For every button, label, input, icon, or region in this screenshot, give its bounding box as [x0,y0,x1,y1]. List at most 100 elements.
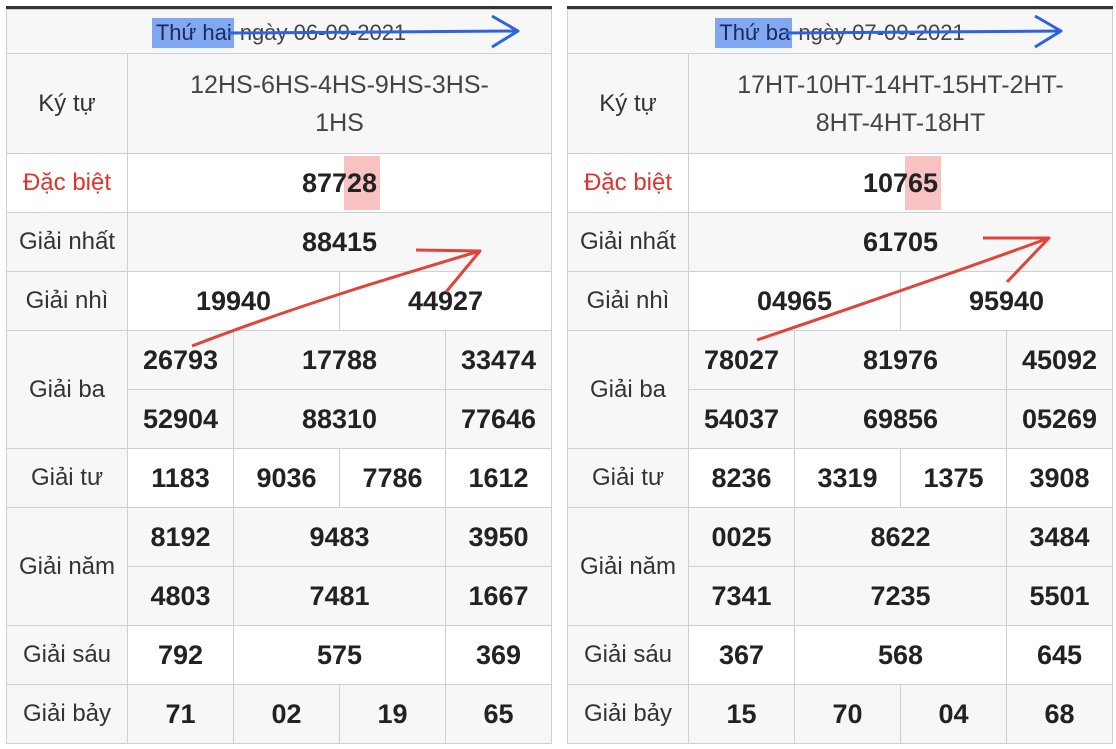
g3-digits-post: 27 [749,344,780,375]
giai-nhi-value: 44927 [339,271,552,331]
giai-nhat-value: 88415 [127,212,552,272]
g3-digits-post: 93 [188,344,219,375]
giai-sau-value: 369 [445,625,552,685]
date-header-text: Thứ ba ngày 07-09-2021 [568,18,1112,48]
label-giai-nhi: Giải nhì [6,271,128,331]
label-ky-tu: Ký tự [6,53,128,154]
label-giai-bay: Giải bảy [6,684,128,744]
giai-sau-value: 575 [233,625,446,685]
results-table: Ký tự 17HT-10HT-14HT-15HT-2HT- 8HT-4HT-18… [567,53,1113,744]
label-giai-bay: Giải bảy [567,684,689,744]
db-highlighted-digits: 65 [908,167,939,198]
date-header-text: Thứ hai ngày 06-09-2021 [7,18,551,48]
label-giai-nhat: Giải nhất [567,212,689,272]
label-giai-ba: Giải ba [6,330,128,449]
giai-nhi-value: 04965 [688,271,901,331]
giai-tu-value: 3908 [1006,448,1113,508]
dac-biet-value: 10765 [688,153,1113,213]
giai-nam-value: 3484 [1006,507,1113,567]
giai-ba-value: 52904 [127,389,234,449]
date-header: Thứ hai ngày 06-09-2021 [6,9,552,54]
db-digits-pre: 877 [301,167,347,198]
date-text: ngày 07-09-2021 [792,20,965,45]
g3-digits-pre: 78 [703,344,734,375]
label-giai-sau: Giải sáu [567,625,689,685]
giai-ba-value: 45092 [1006,330,1113,390]
label-giai-tu: Giải tư [567,448,689,508]
ky-tu-line-1: 12HS-6HS-4HS-9HS-3HS- [190,70,489,99]
giai-sau-value: 792 [127,625,234,685]
g3-digits-pre: 26 [142,344,173,375]
ky-tu-value: 12HS-6HS-4HS-9HS-3HS- 1HS [127,53,552,154]
giai-nhi-value: 95940 [900,271,1113,331]
giai-bay-value: 70 [794,684,901,744]
ky-tu-line-1: 17HT-10HT-14HT-15HT-2HT- [737,70,1064,99]
giai-bay-value: 15 [688,684,795,744]
label-dac-biet: Đặc biệt [567,153,689,213]
giai-ba-value: 54037 [688,389,795,449]
giai-bay-value: 68 [1006,684,1113,744]
label-giai-tu: Giải tư [6,448,128,508]
giai-ba-value: 26793 [127,330,234,390]
weekday-highlight: Thứ hai [151,18,234,48]
giai-bay-value: 71 [127,684,234,744]
giai-ba-value: 78027 [688,330,795,390]
giai-nam-value: 3950 [445,507,552,567]
ky-tu-value: 17HT-10HT-14HT-15HT-2HT- 8HT-4HT-18HT [688,53,1113,154]
results-panel-left: Thứ hai ngày 06-09-2021 Ký tự 12HS-6HS-4… [6,6,552,744]
results-table: Ký tự 12HS-6HS-4HS-9HS-3HS- 1HS Đặc biệt … [6,53,552,744]
giai-nhat-value: 61705 [688,212,1113,272]
giai-ba-value: 17788 [233,330,446,390]
label-giai-nhat: Giải nhất [6,212,128,272]
giai-sau-value: 568 [794,625,1007,685]
ky-tu-line-2: 1HS [315,108,364,137]
giai-bay-value: 19 [339,684,446,744]
weekday-highlight: Thứ ba [715,18,793,48]
giai-nam-value: 7235 [794,566,1007,626]
db-highlighted-digits: 28 [347,167,378,198]
giai-ba-value: 77646 [445,389,552,449]
giai-tu-value: 3319 [794,448,901,508]
date-header: Thứ ba ngày 07-09-2021 [567,9,1113,54]
giai-nam-value: 1667 [445,566,552,626]
results-panel-right: Thứ ba ngày 07-09-2021 Ký tự 17HT-10HT-1… [567,6,1113,744]
label-ky-tu: Ký tự [567,53,689,154]
giai-tu-value: 9036 [233,448,340,508]
label-giai-sau: Giải sáu [6,625,128,685]
giai-tu-value: 1375 [900,448,1007,508]
date-text: ngày 06-09-2021 [233,20,407,45]
giai-ba-value: 33474 [445,330,552,390]
giai-ba-value: 05269 [1006,389,1113,449]
dac-biet-value: 87728 [127,153,552,213]
giai-ba-value: 69856 [794,389,1007,449]
giai-sau-value: 645 [1006,625,1113,685]
giai-tu-value: 8236 [688,448,795,508]
giai-nam-value: 9483 [233,507,446,567]
giai-ba-value: 81976 [794,330,1007,390]
label-giai-nhi: Giải nhì [567,271,689,331]
giai-ba-value: 88310 [233,389,446,449]
giai-tu-value: 1183 [127,448,234,508]
giai-bay-value: 02 [233,684,340,744]
label-giai-ba: Giải ba [567,330,689,449]
giai-nam-value: 5501 [1006,566,1113,626]
label-giai-nam: Giải năm [567,507,689,626]
giai-bay-value: 04 [900,684,1007,744]
giai-nam-value: 7341 [688,566,795,626]
db-digits-pre: 107 [862,167,908,198]
label-giai-nam: Giải năm [6,507,128,626]
giai-tu-value: 1612 [445,448,552,508]
giai-bay-value: 65 [445,684,552,744]
g3-highlighted-digit: 7 [172,344,189,375]
g3-highlighted-digit: 0 [733,344,750,375]
giai-nam-value: 0025 [688,507,795,567]
giai-nam-value: 4803 [127,566,234,626]
giai-nhi-value: 19940 [127,271,340,331]
ky-tu-line-2: 8HT-4HT-18HT [815,108,986,137]
label-dac-biet: Đặc biệt [6,153,128,213]
giai-nam-value: 8192 [127,507,234,567]
giai-tu-value: 7786 [339,448,446,508]
giai-nam-value: 8622 [794,507,1007,567]
giai-nam-value: 7481 [233,566,446,626]
giai-sau-value: 367 [688,625,795,685]
